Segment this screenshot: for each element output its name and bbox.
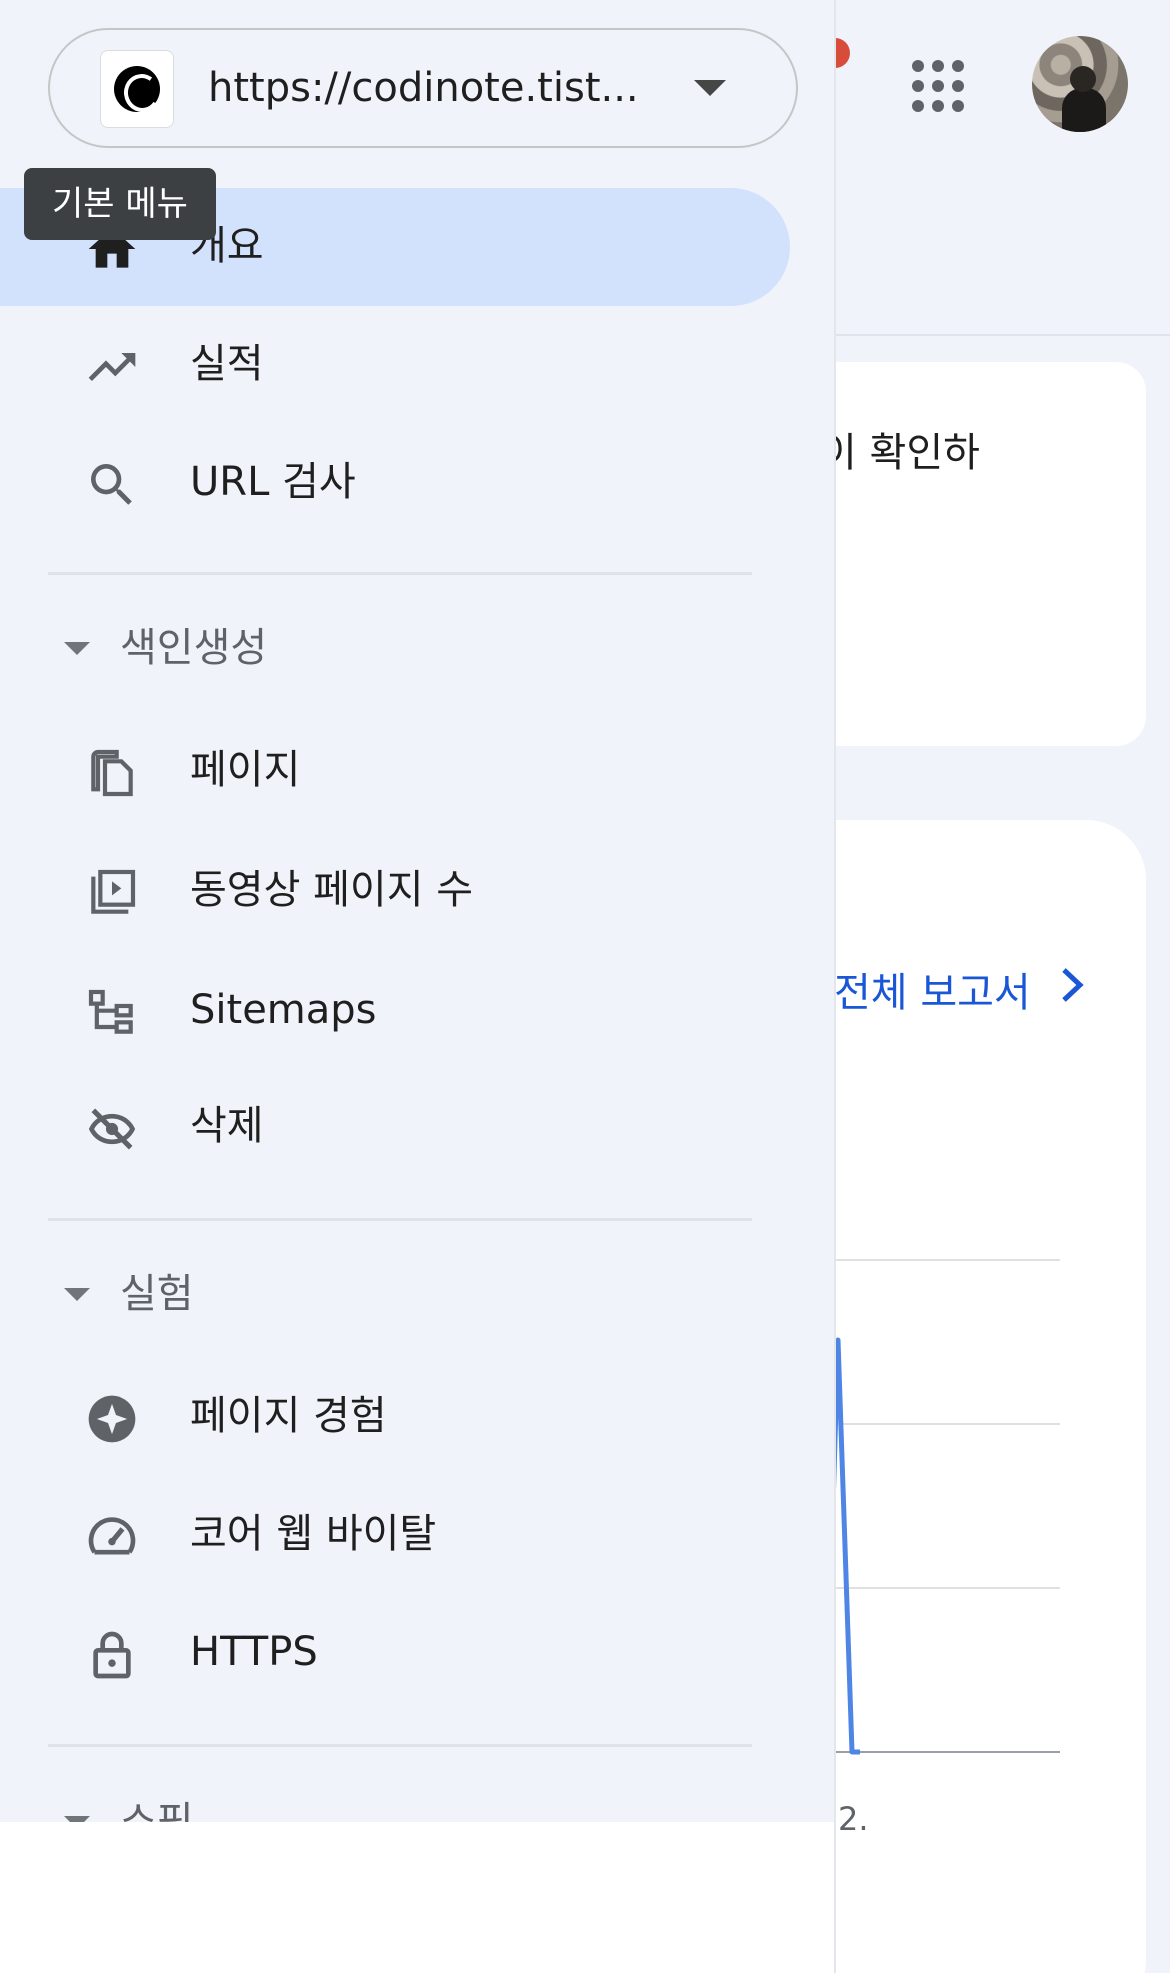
nav-label: 실적	[190, 341, 264, 387]
nav-label: 삭제	[190, 1103, 264, 1149]
nav-item-core-web-vitals[interactable]: 코어 웹 바이탈	[0, 1476, 790, 1594]
section-label: 실험	[120, 1271, 194, 1317]
nav-item-https[interactable]: HTTPS	[0, 1594, 790, 1712]
property-favicon	[100, 50, 174, 128]
nav-item-removals[interactable]: 삭제	[0, 1068, 790, 1186]
caret-down-icon	[64, 642, 90, 655]
caret-down-icon	[64, 1816, 90, 1822]
section-header-shopping[interactable]: 쇼핑	[0, 1784, 790, 1822]
nav-label: 동영상 페이지 수	[190, 867, 474, 913]
nav-label: 페이지 경험	[190, 1393, 387, 1439]
page-experience-icon	[88, 1395, 136, 1443]
account-avatar[interactable]	[1032, 36, 1128, 132]
nav-item-pages[interactable]: 페이지	[0, 712, 790, 830]
nav-divider	[48, 1218, 752, 1221]
property-selector[interactable]: https://codinote.tist...	[48, 28, 798, 148]
drawer-scroll-area[interactable]: https://codinote.tist... 개요 실적 URL 검사 색인…	[0, 0, 834, 1822]
nav-divider	[48, 1744, 752, 1747]
chart-x-axis-label: 2.	[838, 1800, 869, 1838]
section-label: 색인생성	[120, 625, 268, 671]
nav-label: HTTPS	[190, 1629, 318, 1675]
navigation-drawer: https://codinote.tist... 개요 실적 URL 검사 색인…	[0, 0, 836, 1973]
caret-down-icon	[64, 1288, 90, 1301]
nav-item-sitemaps[interactable]: Sitemaps	[0, 952, 790, 1070]
chevron-right-icon[interactable]	[1052, 960, 1092, 1010]
section-header-indexing[interactable]: 색인생성	[0, 610, 790, 690]
trending-up-icon	[88, 353, 136, 381]
search-icon	[91, 464, 132, 505]
full-report-link[interactable]: 전체 보고서	[834, 960, 1031, 1018]
nav-divider	[48, 572, 752, 575]
lock-icon	[93, 1631, 131, 1679]
search-console-page: 이 확인하 전체 보고서 2. https://codinote.tist...…	[0, 0, 1170, 1973]
pages-icon	[91, 749, 133, 797]
nav-label: 코어 웹 바이탈	[190, 1511, 437, 1557]
section-label: 쇼핑	[120, 1799, 194, 1822]
overview-card-text: 이 확인하	[820, 430, 980, 476]
visibility-off-icon	[88, 1108, 136, 1150]
section-header-experiments[interactable]: 실험	[0, 1256, 790, 1336]
nav-item-url-inspection[interactable]: URL 검사	[0, 424, 790, 542]
main-menu-tooltip: 기본 메뉴	[24, 168, 216, 240]
property-url: https://codinote.tist...	[208, 65, 639, 111]
nav-item-page-experience[interactable]: 페이지 경험	[0, 1358, 790, 1476]
nav-item-video-pages[interactable]: 동영상 페이지 수	[0, 832, 790, 950]
video-pages-icon	[91, 869, 136, 914]
caret-down-icon	[694, 80, 726, 96]
speed-gauge-icon	[88, 1517, 136, 1555]
nav-label: URL 검사	[190, 459, 356, 505]
nav-item-performance[interactable]: 실적	[0, 306, 790, 424]
sitemap-icon	[88, 989, 133, 1034]
nav-label: 페이지	[190, 747, 301, 793]
nav-label: Sitemaps	[190, 987, 377, 1033]
apps-grid-icon[interactable]	[904, 52, 968, 116]
